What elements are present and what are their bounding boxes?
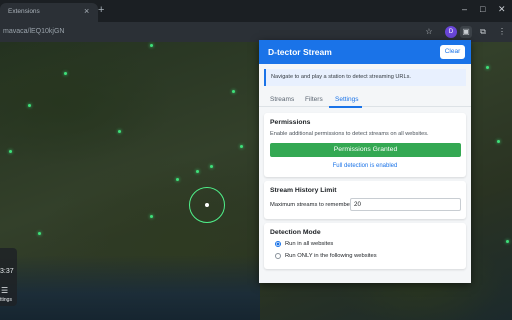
radio-only-websites-label[interactable]: Run ONLY in the following websites — [285, 253, 377, 259]
history-limit-input[interactable] — [350, 198, 461, 211]
minimize-icon[interactable]: – — [462, 4, 467, 14]
popup-tabs: Streams Filters Settings — [259, 91, 471, 107]
extension-badge-icon[interactable]: D — [445, 26, 457, 38]
permissions-card: Permissions Enable additional permission… — [264, 113, 466, 177]
settings-label[interactable]: ttings — [0, 297, 12, 303]
station-marker[interactable] — [240, 145, 243, 148]
extension-icon[interactable]: ▣ — [460, 26, 472, 38]
browser-tab[interactable]: Extensions × — [0, 3, 98, 22]
history-card: Stream History Limit Maximum streams to … — [264, 181, 466, 219]
station-marker[interactable] — [176, 178, 179, 181]
browser-toolbar: mavaca/lEQ10kjGN ☆ D ▣ ⧉ ⋮ — [0, 22, 512, 42]
info-text: Navigate to and play a station to detect… — [271, 74, 411, 80]
station-marker[interactable] — [210, 165, 213, 168]
station-marker[interactable] — [486, 66, 489, 69]
detection-mode-card: Detection Mode Run in all websites Run O… — [264, 223, 466, 269]
station-marker[interactable] — [28, 104, 31, 107]
station-marker[interactable] — [9, 150, 12, 153]
station-marker[interactable] — [506, 240, 509, 243]
url-text: mavaca/lEQ10kjGN — [3, 28, 65, 35]
tab-close-icon[interactable]: × — [84, 6, 89, 16]
station-marker[interactable] — [150, 215, 153, 218]
detection-mode-title: Detection Mode — [270, 229, 321, 236]
star-icon[interactable]: ☆ — [423, 26, 435, 38]
radio-only-websites[interactable] — [275, 253, 281, 259]
address-bar[interactable]: mavaca/lEQ10kjGN — [0, 26, 420, 39]
permissions-description: Enable additional permissions to detect … — [270, 131, 429, 137]
info-banner: Navigate to and play a station to detect… — [264, 69, 466, 86]
maximize-icon[interactable]: □ — [480, 4, 485, 14]
selected-station-dot[interactable] — [205, 203, 209, 207]
station-marker[interactable] — [38, 232, 41, 235]
sea-area — [0, 255, 260, 320]
permissions-title: Permissions — [270, 119, 311, 126]
station-marker[interactable] — [196, 170, 199, 173]
popup-title: D-tector Stream — [268, 47, 332, 57]
popup-header: D-tector Stream Clear — [259, 40, 471, 64]
active-tab-indicator — [329, 106, 362, 108]
puzzle-icon[interactable]: ⧉ — [477, 26, 489, 38]
station-marker[interactable] — [118, 130, 121, 133]
new-tab-icon[interactable]: + — [98, 4, 104, 16]
station-marker[interactable] — [64, 72, 67, 75]
tab-title: Extensions — [8, 8, 40, 15]
radio-all-websites-label[interactable]: Run in all websites — [285, 241, 333, 247]
extension-popup: D-tector Stream Clear Navigate to and pl… — [259, 40, 471, 283]
tab-settings[interactable]: Settings — [335, 96, 359, 103]
history-limit-label: Maximum streams to remember: — [270, 202, 354, 208]
history-title: Stream History Limit — [270, 187, 337, 194]
player-widget[interactable]: 3:37 ☰ ttings — [0, 248, 17, 306]
station-marker[interactable] — [150, 44, 153, 47]
station-marker[interactable] — [497, 140, 500, 143]
radio-all-websites[interactable] — [275, 241, 281, 247]
browser-tab-bar: Extensions × + – □ ✕ — [0, 0, 512, 22]
permissions-granted-button[interactable]: Permissions Granted — [270, 143, 461, 157]
clear-button[interactable]: Clear — [440, 45, 465, 59]
player-time: 3:37 — [0, 268, 14, 275]
station-marker[interactable] — [232, 90, 235, 93]
menu-icon[interactable]: ⋮ — [496, 26, 508, 38]
close-window-icon[interactable]: ✕ — [498, 4, 506, 15]
tab-streams[interactable]: Streams — [270, 96, 294, 103]
menu-icon[interactable]: ☰ — [1, 286, 8, 295]
detection-status: Full detection is enabled — [332, 163, 398, 169]
tab-filters[interactable]: Filters — [305, 96, 323, 103]
